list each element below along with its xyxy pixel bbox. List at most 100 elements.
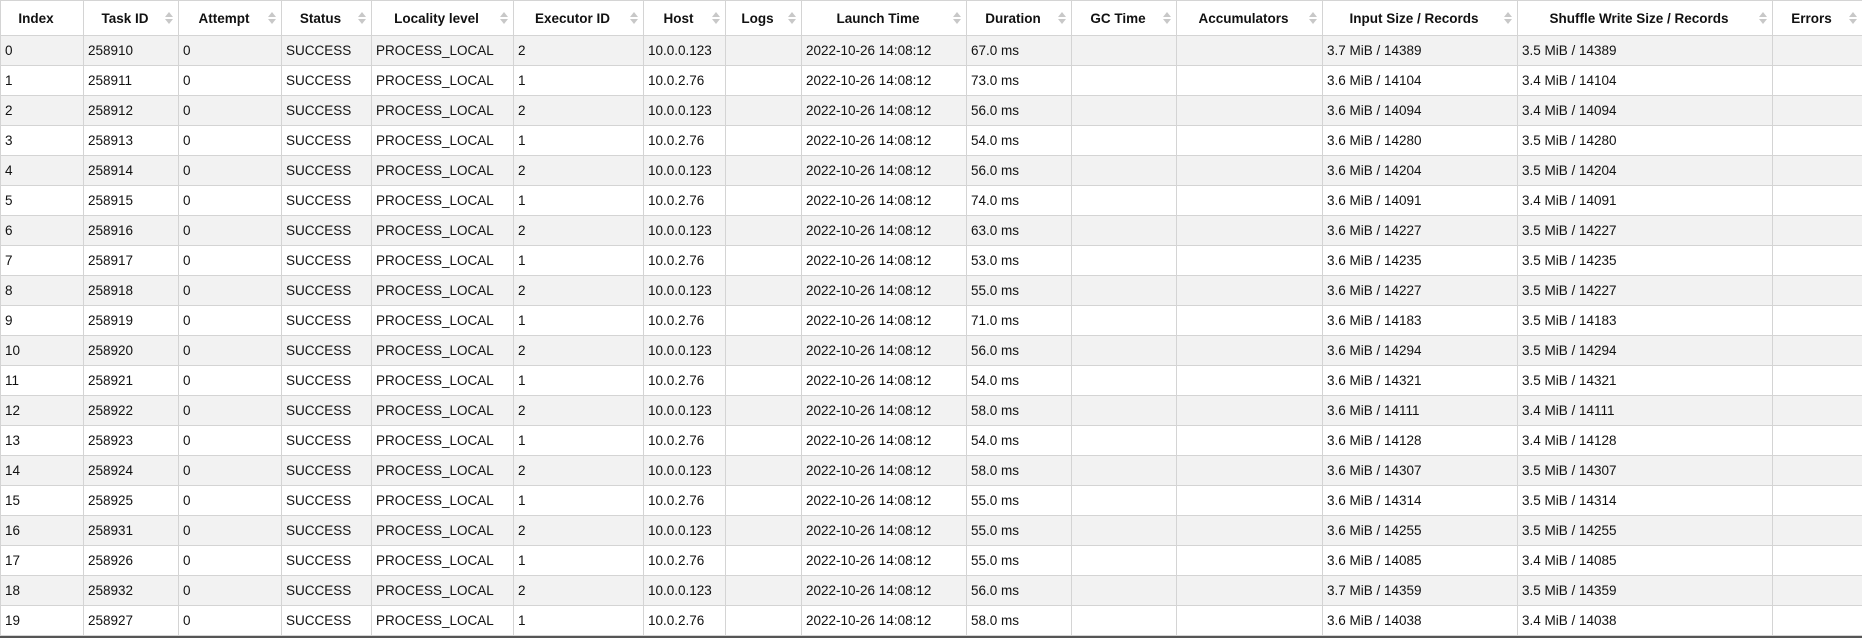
column-header-accumulators[interactable]: Accumulators — [1177, 1, 1323, 36]
cell-status: SUCCESS — [282, 576, 372, 606]
cell-launch-time: 2022-10-26 14:08:12 — [802, 606, 967, 636]
cell-task-id: 258911 — [84, 66, 179, 96]
cell-launch-time: 2022-10-26 14:08:12 — [802, 246, 967, 276]
cell-gc-time — [1072, 156, 1177, 186]
cell-host: 10.0.0.123 — [644, 456, 726, 486]
table-row[interactable]: 02589100SUCCESSPROCESS_LOCAL210.0.0.1232… — [1, 36, 1862, 66]
column-header-launch-time[interactable]: Launch Time — [802, 1, 967, 36]
cell-executor-id: 1 — [514, 246, 644, 276]
column-header-attempt[interactable]: Attempt — [179, 1, 282, 36]
table-row[interactable]: 162589310SUCCESSPROCESS_LOCAL210.0.0.123… — [1, 516, 1862, 546]
column-header-gc-time[interactable]: GC Time — [1072, 1, 1177, 36]
table-row[interactable]: 152589250SUCCESSPROCESS_LOCAL110.0.2.762… — [1, 486, 1862, 516]
cell-errors — [1773, 606, 1862, 636]
cell-attempt: 0 — [179, 456, 282, 486]
cell-logs — [726, 486, 802, 516]
cell-accumulators — [1177, 216, 1323, 246]
cell-accumulators — [1177, 546, 1323, 576]
cell-locality: PROCESS_LOCAL — [372, 276, 514, 306]
column-header-shuffle-write[interactable]: Shuffle Write Size / Records — [1518, 1, 1773, 36]
cell-executor-id: 1 — [514, 606, 644, 636]
cell-launch-time: 2022-10-26 14:08:12 — [802, 576, 967, 606]
sort-arrows-icon[interactable] — [1759, 12, 1767, 24]
cell-shuffle-write: 3.4 MiB / 14091 — [1518, 186, 1773, 216]
cell-errors — [1773, 516, 1862, 546]
table-row[interactable]: 92589190SUCCESSPROCESS_LOCAL110.0.2.7620… — [1, 306, 1862, 336]
table-row[interactable]: 12589110SUCCESSPROCESS_LOCAL110.0.2.7620… — [1, 66, 1862, 96]
cell-errors — [1773, 276, 1862, 306]
column-header-executor-id[interactable]: Executor ID — [514, 1, 644, 36]
cell-gc-time — [1072, 486, 1177, 516]
cell-executor-id: 2 — [514, 336, 644, 366]
table-row[interactable]: 42589140SUCCESSPROCESS_LOCAL210.0.0.1232… — [1, 156, 1862, 186]
sort-arrows-icon[interactable] — [1058, 12, 1066, 24]
table-row[interactable]: 172589260SUCCESSPROCESS_LOCAL110.0.2.762… — [1, 546, 1862, 576]
cell-locality: PROCESS_LOCAL — [372, 516, 514, 546]
sort-arrows-icon[interactable] — [953, 12, 961, 24]
sort-arrows-icon[interactable] — [788, 12, 796, 24]
sort-arrows-icon[interactable] — [1504, 12, 1512, 24]
cell-duration: 56.0 ms — [967, 576, 1072, 606]
cell-accumulators — [1177, 396, 1323, 426]
column-header-label: Index — [18, 11, 53, 26]
column-header-logs[interactable]: Logs — [726, 1, 802, 36]
table-row[interactable]: 142589240SUCCESSPROCESS_LOCAL210.0.0.123… — [1, 456, 1862, 486]
column-header-locality[interactable]: Locality level — [372, 1, 514, 36]
cell-host: 10.0.2.76 — [644, 126, 726, 156]
table-row[interactable]: 52589150SUCCESSPROCESS_LOCAL110.0.2.7620… — [1, 186, 1862, 216]
sort-arrows-icon[interactable] — [268, 12, 276, 24]
column-header-duration[interactable]: Duration — [967, 1, 1072, 36]
cell-logs — [726, 546, 802, 576]
column-header-index[interactable]: Index — [1, 1, 84, 36]
sort-arrows-icon[interactable] — [1163, 12, 1171, 24]
cell-launch-time: 2022-10-26 14:08:12 — [802, 366, 967, 396]
cell-input-size: 3.6 MiB / 14227 — [1323, 276, 1518, 306]
cell-errors — [1773, 246, 1862, 276]
sort-arrows-icon[interactable] — [358, 12, 366, 24]
cell-index: 13 — [1, 426, 84, 456]
table-row[interactable]: 132589230SUCCESSPROCESS_LOCAL110.0.2.762… — [1, 426, 1862, 456]
cell-logs — [726, 246, 802, 276]
cell-index: 17 — [1, 546, 84, 576]
table-row[interactable]: 62589160SUCCESSPROCESS_LOCAL210.0.0.1232… — [1, 216, 1862, 246]
table-row[interactable]: 102589200SUCCESSPROCESS_LOCAL210.0.0.123… — [1, 336, 1862, 366]
cell-status: SUCCESS — [282, 246, 372, 276]
sort-arrows-icon[interactable] — [500, 12, 508, 24]
cell-duration: 71.0 ms — [967, 306, 1072, 336]
cell-executor-id: 2 — [514, 156, 644, 186]
sort-arrows-icon[interactable] — [165, 12, 173, 24]
cell-task-id: 258912 — [84, 96, 179, 126]
cell-duration: 54.0 ms — [967, 366, 1072, 396]
table-row[interactable]: 112589210SUCCESSPROCESS_LOCAL110.0.2.762… — [1, 366, 1862, 396]
sort-arrows-icon[interactable] — [712, 12, 720, 24]
column-header-input-size[interactable]: Input Size / Records — [1323, 1, 1518, 36]
column-header-host[interactable]: Host — [644, 1, 726, 36]
cell-accumulators — [1177, 96, 1323, 126]
cell-launch-time: 2022-10-26 14:08:12 — [802, 396, 967, 426]
table-row[interactable]: 192589270SUCCESSPROCESS_LOCAL110.0.2.762… — [1, 606, 1862, 636]
sort-arrows-icon[interactable] — [1849, 12, 1857, 24]
cell-locality: PROCESS_LOCAL — [372, 246, 514, 276]
table-row[interactable]: 182589320SUCCESSPROCESS_LOCAL210.0.0.123… — [1, 576, 1862, 606]
table-row[interactable]: 82589180SUCCESSPROCESS_LOCAL210.0.0.1232… — [1, 276, 1862, 306]
table-row[interactable]: 22589120SUCCESSPROCESS_LOCAL210.0.0.1232… — [1, 96, 1862, 126]
column-header-status[interactable]: Status — [282, 1, 372, 36]
cell-host: 10.0.0.123 — [644, 156, 726, 186]
cell-locality: PROCESS_LOCAL — [372, 36, 514, 66]
cell-launch-time: 2022-10-26 14:08:12 — [802, 186, 967, 216]
cell-index: 3 — [1, 126, 84, 156]
table-row[interactable]: 122589220SUCCESSPROCESS_LOCAL210.0.0.123… — [1, 396, 1862, 426]
table-row[interactable]: 72589170SUCCESSPROCESS_LOCAL110.0.2.7620… — [1, 246, 1862, 276]
column-header-task-id[interactable]: Task ID — [84, 1, 179, 36]
cell-launch-time: 2022-10-26 14:08:12 — [802, 126, 967, 156]
table-row[interactable]: 32589130SUCCESSPROCESS_LOCAL110.0.2.7620… — [1, 126, 1862, 156]
cell-errors — [1773, 216, 1862, 246]
column-header-errors[interactable]: Errors — [1773, 1, 1862, 36]
cell-gc-time — [1072, 246, 1177, 276]
sort-arrows-icon[interactable] — [1309, 12, 1317, 24]
cell-shuffle-write: 3.5 MiB / 14359 — [1518, 576, 1773, 606]
cell-errors — [1773, 426, 1862, 456]
cell-shuffle-write: 3.5 MiB / 14183 — [1518, 306, 1773, 336]
cell-errors — [1773, 366, 1862, 396]
sort-arrows-icon[interactable] — [630, 12, 638, 24]
